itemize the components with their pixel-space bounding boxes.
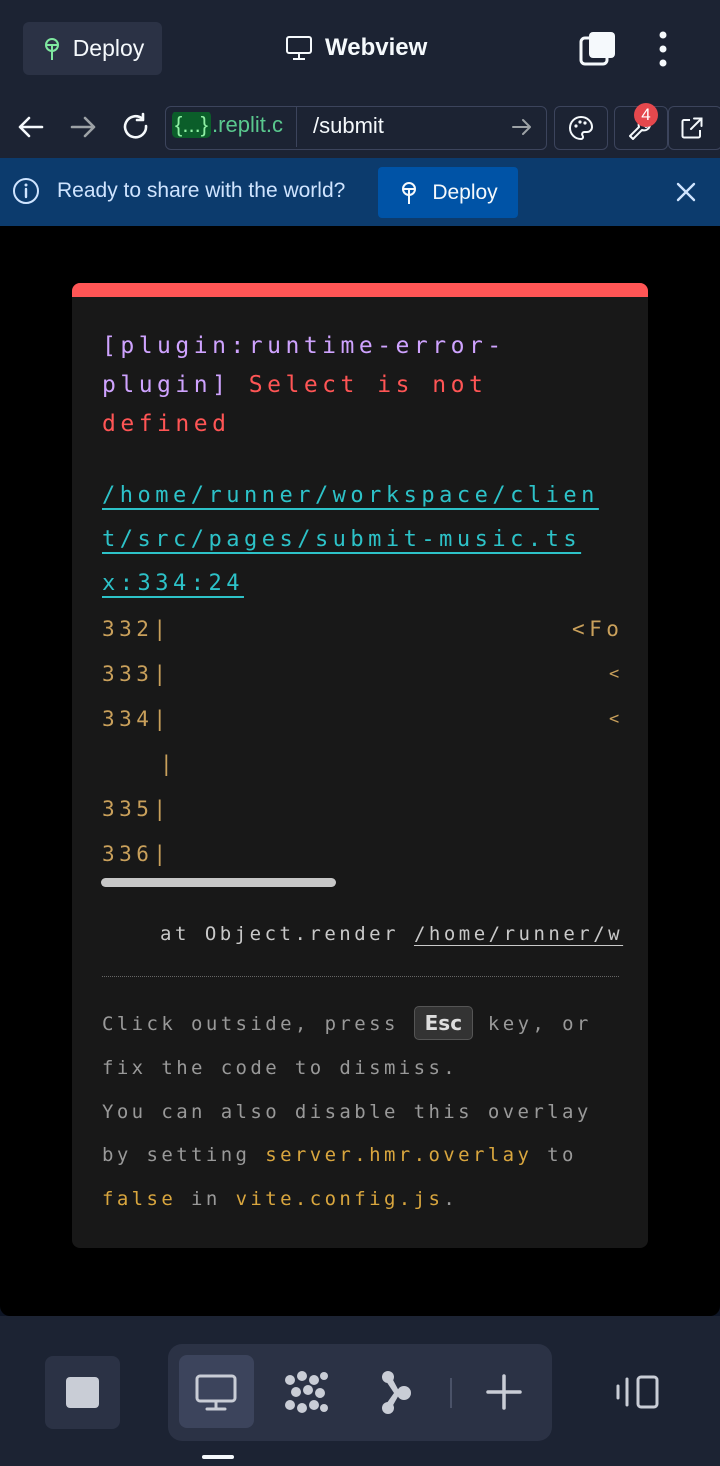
tip-line3: You can also disable this overlay [102, 1101, 592, 1123]
divider [102, 976, 619, 977]
stop-icon [66, 1377, 99, 1408]
add-icon[interactable] [480, 1368, 528, 1416]
tip-line4: by setting server.hmr.overlay to [102, 1144, 577, 1166]
url-divider [296, 107, 297, 147]
url-host-tag: {...} [172, 112, 212, 138]
tabs-icon[interactable] [579, 30, 617, 68]
deploy-banner: Ready to share with the world? Deploy [0, 158, 720, 226]
forward-arrow-icon[interactable] [68, 112, 98, 142]
horizontal-scrollbar[interactable] [101, 878, 336, 887]
palette-icon [569, 115, 594, 141]
notification-badge: 4 [634, 103, 658, 127]
agent-icon[interactable] [282, 1368, 330, 1416]
banner-deploy-button[interactable]: Deploy [378, 167, 518, 218]
tip-line1: Click outside, press Esc key, or [102, 1002, 592, 1046]
code-line: 335| [102, 797, 171, 821]
page-title: Webview [285, 28, 427, 68]
go-arrow-icon[interactable] [510, 115, 534, 139]
deploy-icon [402, 181, 417, 204]
close-icon[interactable] [674, 180, 698, 204]
more-options-icon[interactable] [650, 30, 676, 68]
url-host-text: .replit.c [212, 112, 283, 137]
error-top-border [72, 283, 648, 297]
banner-message: Ready to share with the world? [57, 179, 346, 202]
stack-trace-link[interactable]: /home/runner/w [414, 923, 623, 945]
stack-trace: at Object.render /home/runner/w [160, 923, 624, 945]
code-line: | [160, 752, 178, 776]
tip-line5: false in vite.config.js. [102, 1188, 459, 1210]
error-heading-line3: defined [102, 411, 231, 437]
file-link-line2[interactable]: t/src/pages/submit-music.ts [102, 518, 581, 562]
devtools-button[interactable] [554, 106, 608, 150]
tip-line2: fix the code to dismiss. [102, 1057, 459, 1079]
deploy-icon [44, 37, 59, 60]
code-line: 334| < [102, 707, 624, 731]
url-host[interactable]: {...} .replit.c [172, 112, 298, 143]
error-heading-line1: [plugin:runtime-error- [102, 333, 506, 359]
back-arrow-icon[interactable] [16, 112, 46, 142]
layout-toggle-icon[interactable] [614, 1368, 662, 1416]
file-link-line3[interactable]: x:334:24 [102, 562, 244, 606]
stop-button[interactable] [45, 1356, 120, 1429]
deploy-label: Deploy [72, 35, 145, 61]
code-line: 332| <Fo [102, 617, 622, 641]
tool-group-divider [450, 1378, 452, 1408]
reload-icon[interactable] [121, 112, 151, 142]
info-icon [13, 178, 39, 204]
esc-key: Esc [413, 1006, 474, 1040]
page-title-label: Webview [325, 34, 428, 61]
monitor-icon [286, 36, 312, 60]
file-link-line1[interactable]: /home/runner/workspace/clien [102, 474, 599, 518]
home-indicator [202, 1455, 234, 1459]
banner-deploy-label: Deploy [432, 180, 498, 204]
deploy-button[interactable]: Deploy [23, 22, 162, 75]
monitor-icon [195, 1374, 237, 1411]
code-line: 336| [102, 842, 171, 866]
external-link-icon [681, 117, 703, 139]
error-heading-line2: plugin] Select is not [102, 372, 488, 398]
url-path-input[interactable]: /submit [313, 113, 384, 139]
code-line: 333| < [102, 662, 624, 686]
error-overlay[interactable]: [plugin:runtime-error- plugin] Select is… [72, 283, 648, 1248]
git-icon[interactable] [372, 1368, 420, 1416]
open-external-button[interactable] [668, 106, 720, 150]
